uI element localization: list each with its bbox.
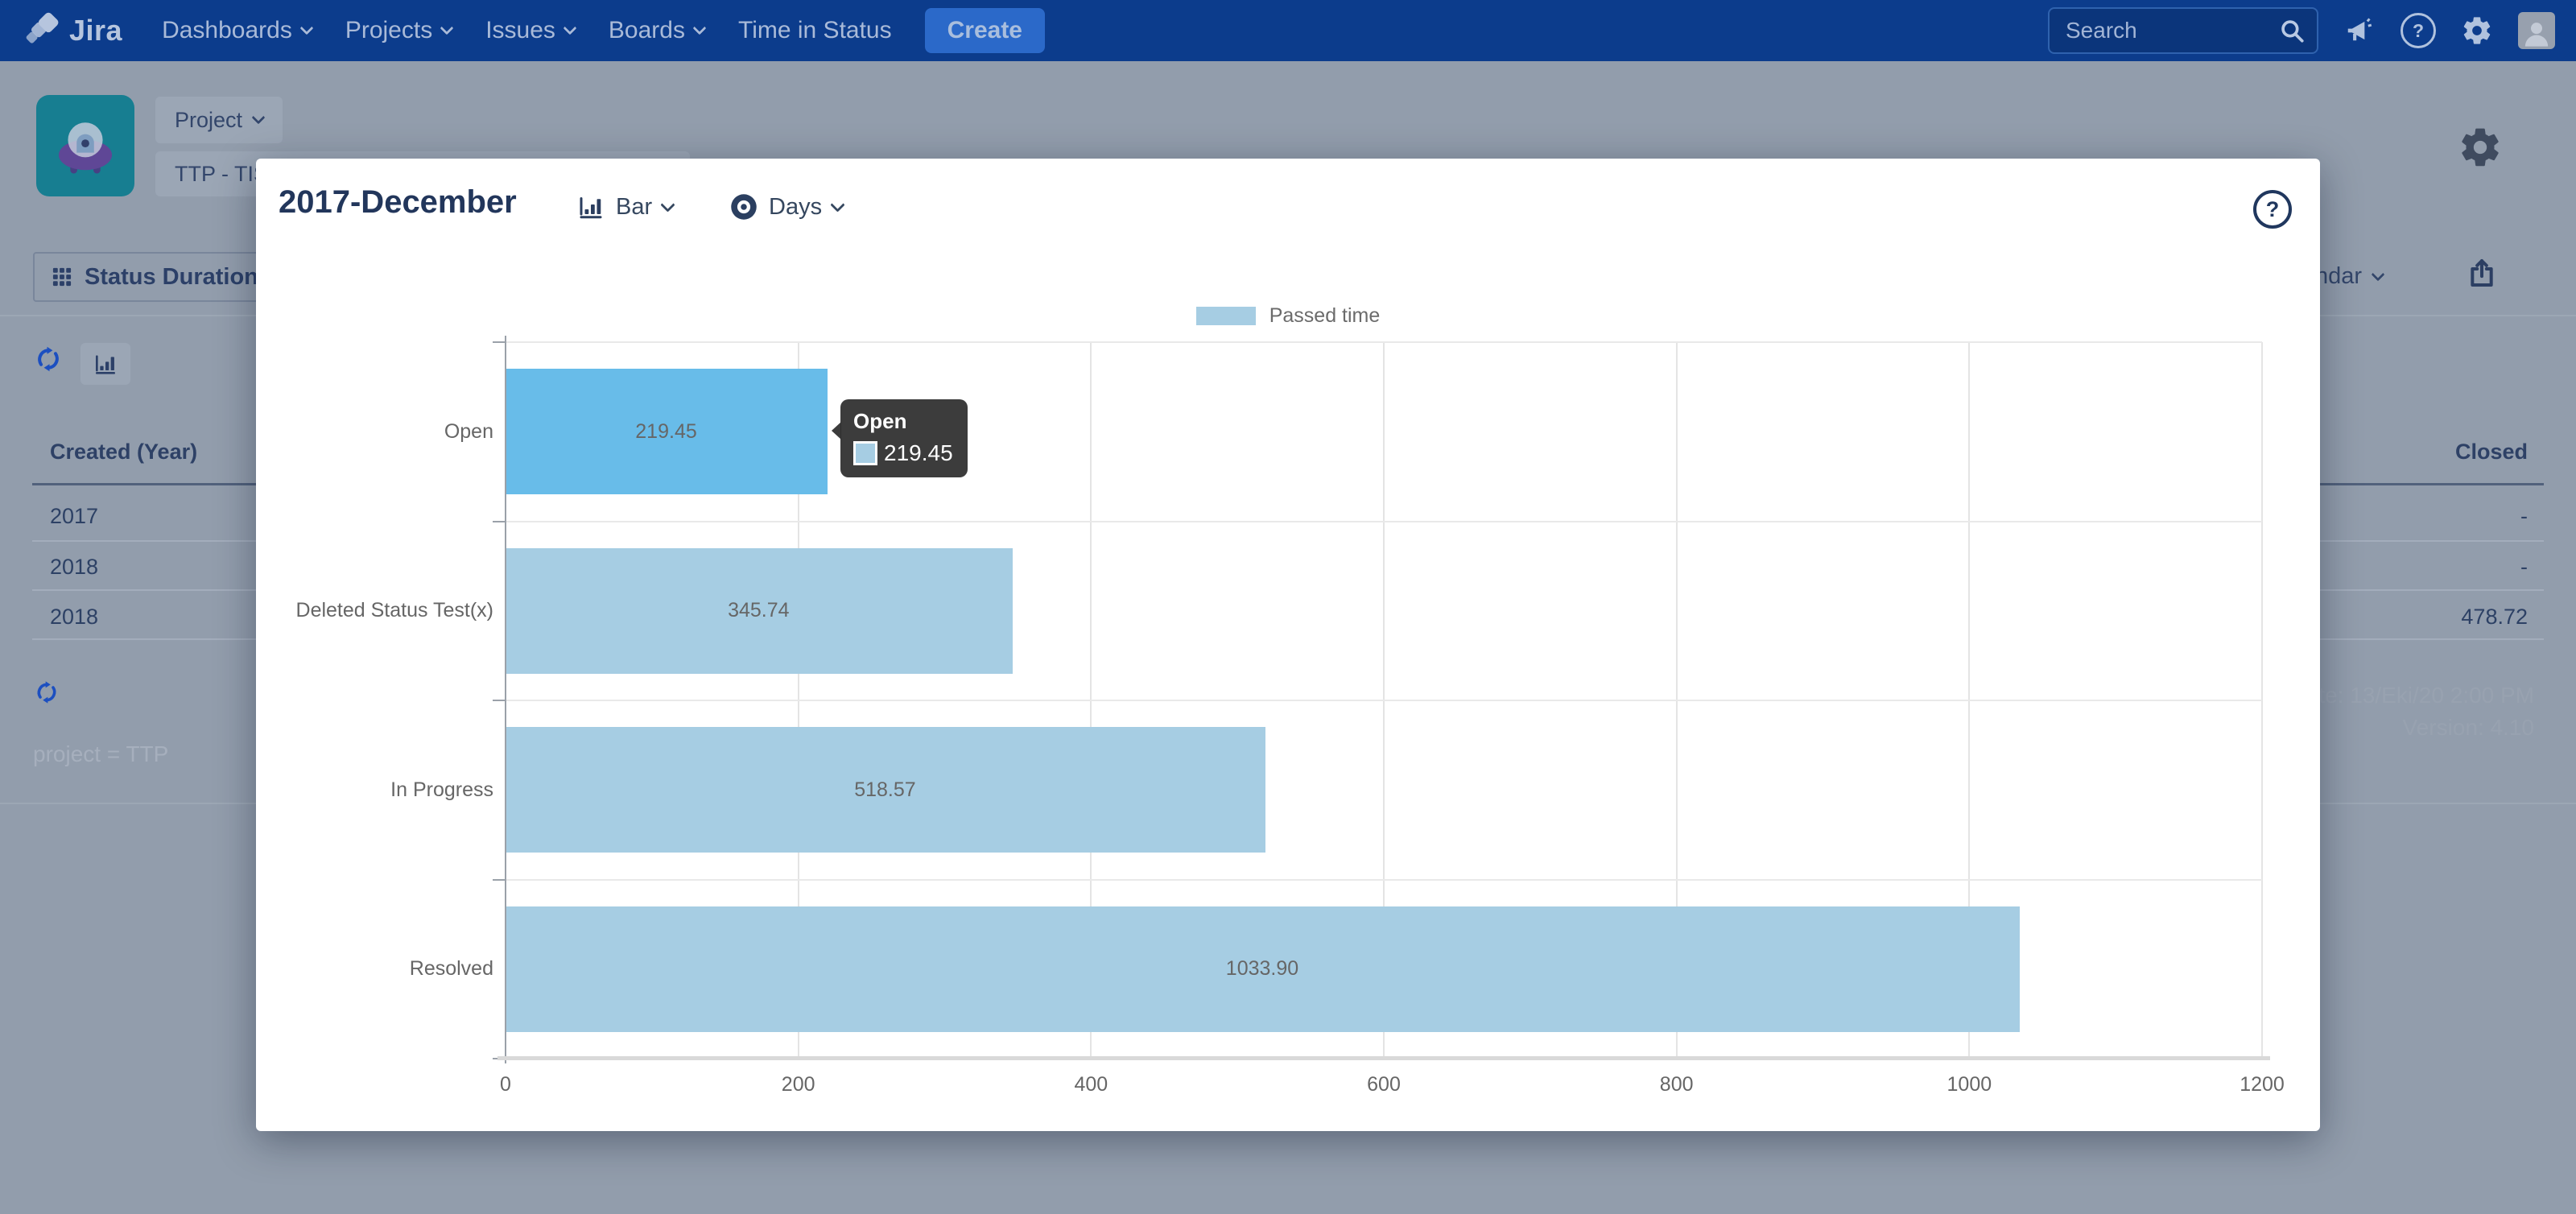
category-label: In Progress — [240, 700, 493, 880]
tooltip-title: Open — [853, 409, 953, 434]
chart-tooltip: Open 219.45 — [840, 399, 968, 477]
x-axis-tick-label: 1000 — [1913, 1073, 2025, 1096]
category-label: Deleted Status Test(x) — [240, 522, 493, 701]
jira-logo[interactable]: Jira — [24, 12, 122, 49]
category-label: Open — [240, 342, 493, 522]
unit-target-icon — [729, 192, 758, 221]
category-boundary-gridline — [506, 879, 2262, 881]
legend-label: Passed time — [1269, 304, 1381, 328]
y-axis-tick — [493, 341, 506, 343]
chevron-down-icon — [692, 22, 706, 35]
x-axis-tick-label: 800 — [1620, 1073, 1733, 1096]
chevron-down-icon — [2372, 267, 2385, 281]
y-axis-tick — [493, 879, 506, 881]
project-avatar[interactable] — [36, 95, 134, 196]
table-row-year: 2017 — [50, 504, 98, 529]
time-unit-dropdown[interactable]: Days — [729, 192, 843, 221]
bar-chart-icon — [576, 192, 605, 221]
nav-item-label: Time in Status — [738, 17, 892, 44]
tooltip-value: 219.45 — [884, 440, 953, 466]
jql-filter-text: project = TTP — [33, 741, 168, 767]
bar-chart-plot-area: Open 219.45 020040060080010001200219.45O… — [506, 342, 2262, 1059]
table-header-closed[interactable]: Closed — [2455, 440, 2528, 465]
chart-view-button[interactable] — [80, 343, 130, 385]
calendar-dropdown-label: ndar — [2315, 263, 2362, 290]
refresh-icon[interactable] — [34, 345, 63, 378]
x-axis-tick-label: 1200 — [2206, 1073, 2318, 1096]
y-axis-tick — [493, 700, 506, 701]
status-duration-report-modal: 2017-December Bar Days ? Passed time Ope… — [256, 159, 2320, 1131]
x-axis-tick-label: 400 — [1034, 1073, 1147, 1096]
announcements-megaphone-icon[interactable] — [2343, 14, 2376, 47]
x-axis-tick-label: 0 — [449, 1073, 562, 1096]
table-row-year: 2018 — [50, 555, 98, 580]
settings-gear-icon[interactable] — [2460, 14, 2494, 47]
grid-icon — [51, 266, 73, 288]
nav-item-label: Projects — [345, 17, 432, 44]
refresh-icon[interactable] — [34, 679, 60, 709]
chart-type-dropdown[interactable]: Bar — [576, 192, 673, 221]
category-boundary-gridline — [506, 700, 2262, 701]
bar-value-label: 219.45 — [506, 369, 827, 494]
create-button[interactable]: Create — [925, 8, 1045, 53]
nav-item-boards[interactable]: Boards — [592, 17, 721, 44]
project-dropdown[interactable]: Project — [155, 97, 283, 143]
table-header-created-year[interactable]: Created (Year) — [50, 440, 197, 465]
nav-item-label: Dashboards — [162, 17, 292, 44]
chart-type-label: Bar — [616, 194, 652, 221]
table-row-closed: - — [2286, 504, 2528, 529]
chevron-down-icon — [440, 22, 454, 35]
modal-help-icon[interactable]: ? — [2253, 190, 2292, 229]
top-navigation-bar: Jira Dashboards Projects Issues Boards T… — [0, 0, 2576, 61]
project-dropdown-label: Project — [175, 108, 242, 133]
legend-swatch — [1196, 307, 1256, 325]
project-key-label: TTP - TIS — [175, 162, 268, 187]
x-axis-line — [497, 1056, 2270, 1060]
x-axis-tick-label: 600 — [1327, 1073, 1440, 1096]
category-boundary-gridline — [506, 521, 2262, 522]
search-input[interactable] — [2064, 17, 2278, 44]
category-label: Resolved — [240, 880, 493, 1059]
category-boundary-gridline — [506, 341, 2262, 343]
nav-menu: Dashboards Projects Issues Boards Time i… — [145, 17, 909, 44]
tab-status-duration-label: Status Duration — [85, 264, 258, 291]
jira-logo-icon — [24, 12, 61, 49]
bar-chart-icon — [93, 351, 118, 377]
chevron-down-icon — [563, 22, 576, 35]
x-axis-tick-label: 200 — [742, 1073, 855, 1096]
table-row-closed: 478.72 — [2286, 605, 2528, 630]
chevron-down-icon — [830, 197, 844, 212]
legend-passed-time[interactable]: Passed time — [256, 304, 2320, 328]
bar-value-label: 345.74 — [506, 548, 1012, 674]
gadget-settings-gear-icon[interactable] — [2458, 125, 2503, 170]
ufo-project-icon — [48, 109, 122, 183]
y-axis-tick — [493, 521, 506, 522]
nav-item-time-in-status[interactable]: Time in Status — [721, 17, 909, 44]
search-icon[interactable] — [2278, 17, 2306, 44]
nav-item-label: Boards — [609, 17, 685, 44]
table-row-closed: - — [2286, 555, 2528, 580]
nav-item-label: Issues — [485, 17, 555, 44]
nav-item-issues[interactable]: Issues — [469, 17, 592, 44]
help-icon[interactable]: ? — [2401, 13, 2436, 48]
search-box — [2048, 7, 2318, 54]
time-unit-label: Days — [769, 194, 822, 221]
chevron-down-icon — [299, 22, 313, 35]
brand-name: Jira — [69, 14, 122, 47]
table-row-year: 2018 — [50, 605, 98, 630]
nav-item-dashboards[interactable]: Dashboards — [145, 17, 328, 44]
bar-value-label: 1033.90 — [506, 906, 2019, 1032]
modal-title: 2017-December — [279, 184, 517, 221]
bar-value-label: 518.57 — [506, 727, 1265, 853]
chevron-down-icon — [252, 111, 266, 125]
calendar-dropdown[interactable]: ndar — [2315, 263, 2383, 290]
chevron-down-icon — [660, 197, 675, 212]
nav-item-projects[interactable]: Projects — [328, 17, 469, 44]
user-avatar[interactable] — [2518, 12, 2555, 49]
tooltip-series-swatch — [853, 441, 877, 465]
export-share-icon[interactable] — [2466, 257, 2498, 289]
